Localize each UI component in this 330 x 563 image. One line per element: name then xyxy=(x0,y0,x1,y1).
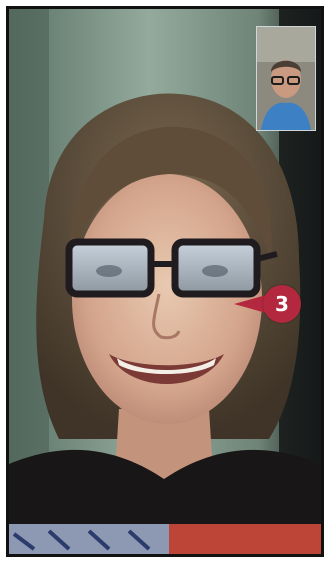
video-call-window: 3 xyxy=(6,6,324,557)
callout-pointer xyxy=(234,295,266,313)
self-view-image xyxy=(257,27,315,130)
self-view-thumbnail[interactable] xyxy=(256,26,316,131)
callout-badge: 3 xyxy=(263,285,301,323)
